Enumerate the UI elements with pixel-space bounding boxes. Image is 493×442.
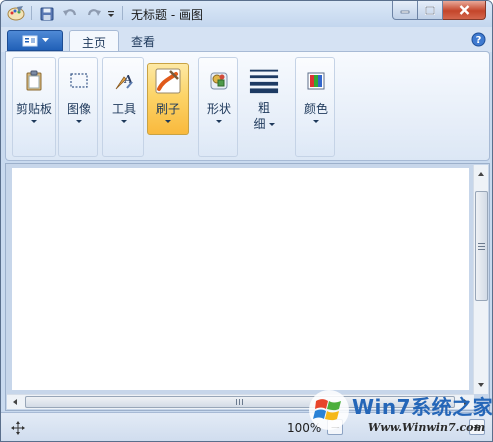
shapes-button[interactable]: 形状	[198, 64, 240, 134]
chevron-down-icon	[268, 122, 275, 126]
scroll-left-icon[interactable]	[13, 399, 17, 405]
tools-icon: A	[109, 66, 139, 96]
line-size-icon	[249, 65, 279, 95]
tools-group: A 工具	[102, 57, 144, 157]
vertical-scrollbar[interactable]	[473, 165, 488, 394]
size-label-line1: 粗	[257, 101, 270, 115]
colors-icon	[301, 66, 331, 96]
chevron-down-icon	[313, 120, 319, 123]
quick-access-separator	[31, 6, 32, 20]
app-menu-icon	[22, 35, 37, 46]
app-menu-button[interactable]	[7, 30, 63, 51]
title-bar: 无标题 - 画图	[1, 1, 492, 27]
tab-home[interactable]: 主页	[69, 30, 120, 53]
watermark: Win7系统之家 Www.Winwin7.com	[306, 387, 493, 441]
windows-logo-icon	[308, 389, 350, 431]
tab-view[interactable]: 查看	[119, 30, 167, 52]
chevron-down-icon	[31, 120, 37, 123]
chevron-down-icon	[216, 120, 222, 123]
chevron-down-icon	[76, 120, 82, 123]
clipboard-label: 剪贴板	[15, 102, 52, 116]
app-paint-icon[interactable]	[7, 5, 25, 21]
undo-icon[interactable]	[61, 5, 79, 23]
image-button[interactable]: 图像	[58, 64, 100, 134]
chevron-down-icon	[121, 120, 127, 123]
maximize-button[interactable]	[418, 1, 443, 20]
drawing-canvas[interactable]	[12, 168, 469, 390]
tools-button[interactable]: A 工具	[103, 64, 145, 134]
vertical-scroll-thumb[interactable]	[475, 191, 488, 301]
shapes-icon	[204, 66, 234, 96]
size-label-thin: 细	[253, 117, 266, 131]
shapes-label: 形状	[206, 102, 231, 116]
redo-icon[interactable]	[85, 5, 103, 23]
customize-dropdown-icon[interactable]	[105, 5, 117, 23]
tools-label: 工具	[111, 102, 136, 116]
image-group: 图像	[58, 57, 98, 157]
watermark-title: Win7系统之家	[352, 395, 493, 419]
help-icon[interactable]: ?	[471, 32, 486, 47]
watermark-url: Www.Winwin7.com	[368, 421, 486, 434]
size-button[interactable]: 粗 细	[243, 63, 285, 141]
clipboard-button[interactable]: 剪贴板	[13, 64, 55, 134]
window-controls	[392, 1, 486, 20]
colors-group: 颜色	[295, 57, 335, 157]
move-icon	[11, 421, 25, 438]
save-icon[interactable]	[38, 5, 56, 23]
svg-text:?: ?	[476, 35, 482, 46]
ribbon-panel: 剪贴板 图像 A 工具 刷子 形状 粗 细 颜色	[5, 51, 490, 161]
brushes-label: 刷子	[155, 102, 180, 116]
ribbon-tab-row: 主页 查看 ?	[1, 27, 492, 53]
shapes-group: 形状	[198, 57, 238, 157]
colors-button[interactable]: 颜色	[295, 64, 337, 134]
image-label: 图像	[66, 102, 91, 116]
colors-label: 颜色	[303, 102, 328, 116]
clipboard-group: 剪贴板	[12, 57, 56, 157]
window-title: 无标题 - 画图	[131, 8, 203, 22]
brushes-group: 刷子	[145, 57, 195, 157]
scroll-up-icon[interactable]	[478, 172, 484, 176]
select-icon	[64, 66, 94, 96]
brushes-button[interactable]: 刷子	[147, 63, 189, 135]
close-button[interactable]	[443, 1, 486, 20]
canvas-area	[5, 163, 490, 411]
clipboard-icon	[19, 66, 49, 96]
paint-window: 无标题 - 画图 主页 查看 ? 剪贴板 图像 A 工具 刷子 形状 粗 细 颜…	[0, 0, 493, 442]
size-label-line2: 细	[253, 117, 275, 131]
brush-icon	[153, 66, 183, 96]
title-separator	[122, 6, 123, 20]
chevron-down-icon	[165, 120, 171, 123]
minimize-button[interactable]	[392, 1, 418, 20]
